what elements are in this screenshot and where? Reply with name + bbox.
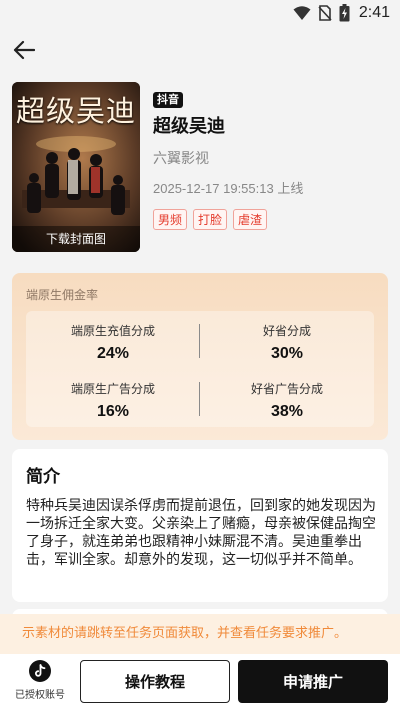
rates-grid: 端原生充值分成 24% 好省分成 30% 端原生广告分成 16% 好省广告分成 … [26, 311, 374, 427]
rate-label: 端原生充值分成 [70, 324, 155, 338]
tag-list: 男频 打脸 虐渣 [153, 209, 393, 230]
rate-label: 好省分成 [262, 324, 311, 338]
account-label: 已授权账号 [15, 690, 65, 701]
intro-text: 特种兵吴迪因误杀俘虏而提前退伍，回到家的她发现因为一场拆迁全家大变。父亲染上了赌… [26, 498, 376, 568]
platform-badge: 抖音 [153, 92, 183, 108]
bottom-bar: 已授权账号 操作教程 申请推广 [0, 654, 400, 711]
status-bar: 2:41 [0, 0, 400, 28]
rate-value: 38% [270, 403, 304, 420]
tag: 男频 [153, 209, 188, 230]
rate-item: 好省分成 30% [200, 322, 374, 363]
tag: 虐渣 [233, 209, 268, 230]
apply-promotion-button[interactable]: 申请推广 [238, 660, 388, 703]
cover-title: 超级吴迪 [15, 94, 136, 128]
rate-label: 端原生广告分成 [70, 382, 155, 396]
online-time: 2025-12-17 19:55:13 上线 [153, 181, 304, 196]
commission-card: 端原生佣金率 端原生充值分成 24% 好省分成 30% 端原生广告分成 16% … [12, 273, 388, 440]
rate-value: 16% [96, 403, 130, 420]
no-sim-icon [318, 5, 332, 21]
tag: 打脸 [193, 209, 228, 230]
commission-title: 端原生佣金率 [26, 288, 99, 302]
intro-title: 简介 [26, 467, 60, 487]
download-cover-button[interactable]: 下载封面图 [12, 226, 140, 252]
battery-charging-icon [339, 4, 350, 22]
rate-value: 30% [270, 345, 304, 362]
tiktok-icon [29, 660, 51, 682]
drama-title: 超级吴迪 [153, 116, 225, 137]
wifi-icon [293, 6, 311, 20]
rate-item: 端原生充值分成 24% [26, 322, 200, 363]
rate-label: 好省广告分成 [250, 382, 323, 396]
notice-text: 示素材的请跳转至任务页面获取，并查看任务要求推广。 [22, 626, 348, 641]
back-button[interactable] [10, 36, 38, 64]
status-time: 2:41 [358, 4, 390, 21]
authorized-account-button[interactable]: 已授权账号 [8, 660, 72, 701]
drama-info: 抖音 超级吴迪 六翼影视 2025-12-17 19:55:13 上线 男频 打… [153, 88, 393, 230]
rate-value: 24% [96, 345, 130, 362]
rate-item: 端原生广告分成 16% [26, 380, 200, 421]
studio-name: 六翼影视 [153, 151, 209, 167]
rate-item: 好省广告分成 38% [200, 380, 374, 421]
tutorial-button[interactable]: 操作教程 [80, 660, 230, 703]
drama-cover[interactable]: 超级吴迪 下载封面图 [12, 82, 140, 252]
intro-card: 简介 特种兵吴迪因误杀俘虏而提前退伍，回到家的她发现因为一场拆迁全家大变。父亲染… [12, 449, 388, 602]
notice-banner: 示素材的请跳转至任务页面获取，并查看任务要求推广。 [0, 614, 400, 654]
arrow-left-icon [13, 40, 35, 60]
